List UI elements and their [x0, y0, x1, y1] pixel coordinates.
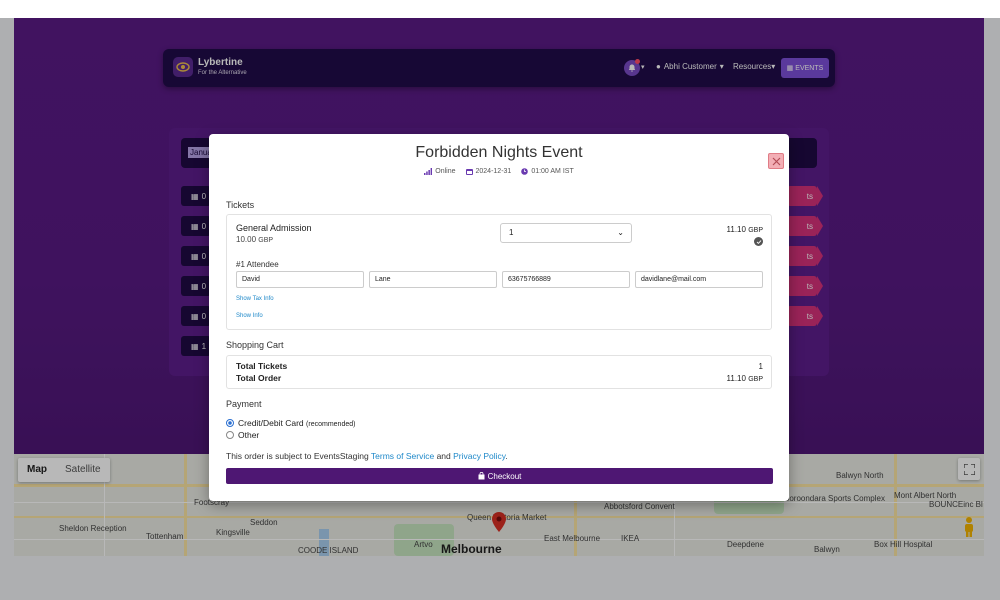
total-order-currency: GBP — [748, 376, 763, 383]
close-button[interactable] — [768, 153, 784, 169]
ticket-line-total: 11.10 GBP — [727, 225, 763, 234]
last-name-field[interactable]: Lane — [369, 271, 497, 288]
event-time-label: 01:00 AM IST — [531, 168, 574, 175]
line-total-currency: GBP — [748, 227, 763, 234]
attendee-label: #1 Attendee — [236, 260, 279, 269]
email-field[interactable]: davidlane@mail.com — [635, 271, 763, 288]
shopping-cart-heading: Shopping Cart — [226, 340, 284, 350]
checkout-modal: Forbidden Nights Event Online 2024-12-31… — [209, 134, 789, 501]
ticket-currency: GBP — [258, 237, 274, 244]
total-order-amount: 11.10 — [726, 374, 746, 383]
checkout-label: Checkout — [487, 471, 522, 481]
close-icon — [772, 157, 780, 165]
payment-card-label[interactable]: Credit/Debit Card (recommended) — [238, 418, 355, 428]
cart-box: Total Tickets 1 Total Order 11.10 GBP — [226, 355, 772, 389]
total-tickets-value: 1 — [758, 362, 763, 371]
chevron-down-icon: ⌄ — [617, 228, 624, 237]
payment-card-note: (recommended) — [306, 421, 356, 428]
quantity-value: 1 — [509, 228, 514, 237]
event-title: Forbidden Nights Event — [415, 144, 583, 161]
show-info-link[interactable]: Show Info — [236, 313, 263, 319]
top-strip — [0, 0, 1000, 18]
terms-suffix: . — [505, 451, 508, 461]
phone-field[interactable]: 63675766889 — [502, 271, 630, 288]
checkout-button[interactable]: Checkout — [226, 468, 773, 484]
payment-heading: Payment — [226, 399, 262, 409]
event-meta: Online 2024-12-31 01:00 AM IST — [209, 168, 789, 175]
event-date: 2024-12-31 — [465, 168, 512, 175]
total-tickets-label: Total Tickets — [236, 361, 288, 371]
first-name-field[interactable]: David — [236, 271, 364, 288]
total-order-value: 11.10 GBP — [727, 374, 763, 383]
tickets-heading: Tickets — [226, 200, 255, 210]
terms-prefix: This order is subject to EventsStaging — [226, 451, 369, 461]
ticket-box: General Admission 10.00 GBP 1 ⌄ 11.10 GB… — [226, 214, 772, 330]
event-mode-label: Online — [435, 168, 456, 175]
event-mode: Online — [424, 168, 456, 175]
show-tax-info-link[interactable]: Show Tax Info — [236, 296, 274, 302]
ticket-price-value: 10.00 — [236, 235, 257, 244]
event-date-label: 2024-12-31 — [475, 168, 512, 175]
total-order-label: Total Order — [236, 373, 282, 383]
signal-icon — [424, 168, 433, 175]
payment-other-label[interactable]: Other — [238, 430, 259, 440]
check-circle-icon — [754, 237, 763, 246]
ticket-name: General Admission — [236, 223, 312, 233]
terms-of-service-link[interactable]: Terms of Service — [371, 451, 434, 461]
payment-other-radio[interactable] — [226, 431, 234, 439]
terms-and: and — [436, 451, 451, 461]
ticket-price: 10.00 GBP — [236, 235, 273, 244]
payment-card-radio[interactable] — [226, 419, 234, 427]
shopping-bag-icon — [478, 472, 485, 480]
terms-notice: This order is subject to EventsStaging T… — [226, 451, 508, 461]
payment-card-text: Credit/Debit Card — [238, 418, 304, 428]
privacy-policy-link[interactable]: Privacy Policy — [453, 451, 505, 461]
line-total-value: 11.10 — [726, 225, 746, 234]
calendar-icon — [465, 169, 473, 175]
event-time: 01:00 AM IST — [521, 168, 574, 175]
clock-icon — [521, 168, 529, 175]
quantity-select[interactable]: 1 ⌄ — [500, 223, 632, 243]
